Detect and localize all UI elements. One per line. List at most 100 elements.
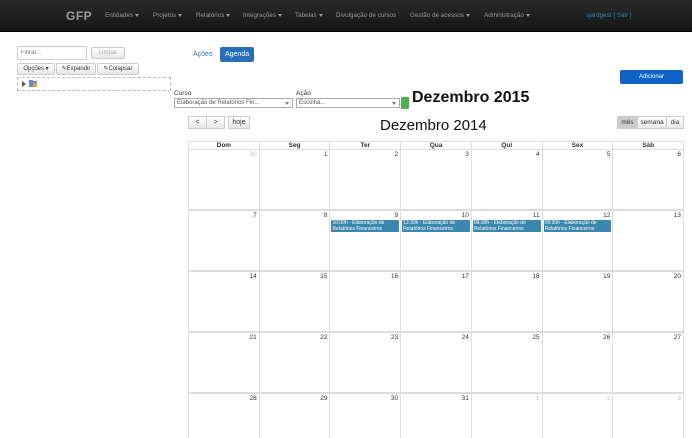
day-number: 14 [249,273,257,280]
course-select[interactable]: Elaboração de Relatórios Fin... [174,98,293,108]
view-week-button[interactable]: semana [637,116,667,129]
calendar-day-cell[interactable]: 6 [613,150,683,209]
day-number: 7 [253,212,257,219]
calendar-day-cell[interactable]: 3 [613,394,683,438]
calendar-week-row: 7 8 9 10:00h - Elaboração de Relatórios Fin… [188,210,684,271]
prev-month-button[interactable]: < [188,116,207,129]
nav-entidades[interactable]: Entidades [105,12,140,19]
calendar-day-cell[interactable]: 16 [330,272,402,331]
day-number: 30 [249,151,257,158]
nav-divulgacao-cursos[interactable]: Divulgação de cursos [336,12,396,19]
calendar-day-cell[interactable]: 23 [330,333,402,392]
day-number: 28 [249,395,257,402]
caret-down-icon [525,13,530,17]
caret-down-icon [318,13,323,17]
calendar-day-cell[interactable]: 15 [260,272,331,331]
add-button[interactable]: Adicionar [620,70,683,84]
action-select[interactable]: Escolha... [296,98,400,108]
calendar-day-cell[interactable]: 1 [260,150,331,209]
calendar-day-cell[interactable]: 28 [189,394,260,438]
calendar-day-cell[interactable]: 26 [543,333,614,392]
logout-link[interactable]: [ Sair ] [613,12,631,19]
calendar-day-cell[interactable]: 1 [472,394,543,438]
calendar-day-cell[interactable]: 19 [543,272,614,331]
view-month-button[interactable]: mês [617,116,638,129]
status-tag [401,97,409,109]
day-number: 1 [535,395,540,402]
caret-down-icon [135,13,140,17]
annotation-title: Dezembro 2015 [412,89,530,106]
calendar-day-cell[interactable]: 22 [260,333,331,392]
calendar-day-cell[interactable]: 10 13:30h - Elaboração de Relatórios Fina… [401,211,472,270]
calendar-day-cell[interactable]: 11 09:30h - Elaboração de Relatórios Fina… [472,211,543,270]
calendar-day-cell[interactable]: 8 [260,211,331,270]
day-number: 27 [673,334,682,341]
action-label: Ação [296,90,311,97]
day-number: 18 [532,273,540,280]
calendar-event[interactable]: 13:30h - Elaboração de Relatórios Financ… [402,220,470,232]
calendar-day-cell[interactable]: 20 [613,272,683,331]
nav-tabelas[interactable]: Tabelas [295,12,323,19]
calendar-day-cell[interactable]: 5 [543,150,614,209]
caret-down-icon [392,102,396,105]
caret-down-icon [226,13,231,17]
calendar-day-cell[interactable]: 24 [401,333,472,392]
day-number: 4 [535,151,540,158]
nav-gestao-acessos[interactable]: Gestão de acessos [410,12,470,19]
tab-agenda[interactable]: Agenda [220,47,255,62]
day-number: 30 [390,395,399,402]
day-number: 10 [461,212,469,219]
options-button[interactable]: Opções ▾ [17,63,55,75]
calendar-day-cell[interactable]: 3 [401,150,472,209]
folder-icon [29,80,37,87]
nav-relatorios[interactable]: Relatórios [196,12,231,19]
calendar-event[interactable]: 09:30h - Elaboração de Relatórios Financ… [543,220,612,232]
calendar-week-row: 30 1 2 3 4 5 6 [188,149,684,210]
course-label: Curso [174,90,192,97]
calendar-day-cell[interactable]: 13 [613,211,683,270]
next-month-button[interactable]: > [206,116,225,129]
calendar-week-row: 28 29 30 31 1 2 3 [188,393,684,438]
day-number: 26 [603,334,611,341]
clear-button[interactable]: Limpar [91,47,125,59]
weekday-label: Seg [260,142,331,149]
tab-acoes[interactable]: Ações [188,47,217,62]
brand-logo[interactable]: GFP [66,9,92,23]
expand-button[interactable]: ✎Expandir [56,63,96,75]
calendar-title: Dezembro 2014 [380,117,487,134]
weekday-label: Qui [472,142,543,149]
calendar-day-cell[interactable]: 29 [260,394,331,438]
calendar-day-cell[interactable]: 27 [613,333,683,392]
calendar-day-cell[interactable]: 21 [189,333,260,392]
day-number: 24 [461,334,469,341]
calendar-day-cell[interactable]: 18 [472,272,543,331]
collapse-button[interactable]: ✎Colapsar [97,63,139,75]
nav-projetos[interactable]: Projetos [153,12,183,19]
day-number: 12 [603,212,611,219]
calendar-event[interactable]: 10:00h - Elaboração de Relatórios Financ… [331,220,400,232]
calendar-day-cell[interactable]: 30 [330,394,402,438]
nav-administracao[interactable]: Administração [484,12,530,19]
calendar-day-cell[interactable]: 12 09:30h - Elaboração de Relatórios Fina… [543,211,614,270]
calendar-day-cell[interactable]: 30 [189,150,260,209]
calendar-day-cell[interactable]: 14 [189,272,260,331]
today-button[interactable]: hoje [228,116,250,129]
view-day-button[interactable]: dia [666,116,684,129]
calendar-day-cell[interactable]: 25 [472,333,543,392]
weekday-label: Dom [189,142,260,149]
calendar-day-cell[interactable]: 2 [543,394,614,438]
nav-integracoes[interactable]: Integrações [243,12,282,19]
calendar-day-cell[interactable]: 9 10:00h - Elaboração de Relatórios Finan… [330,211,402,270]
calendar-day-cell[interactable]: 17 [401,272,472,331]
calendar-day-cell[interactable]: 7 [189,211,260,270]
calendar-day-cell[interactable]: 31 [401,394,472,438]
user-menu[interactable]: sjardgest [ Sair ] [586,12,632,19]
day-number: 6 [677,151,682,158]
day-number: 3 [677,395,682,402]
calendar-event[interactable]: 09:30h - Elaboração de Relatórios Financ… [472,220,541,232]
filter-input[interactable] [17,46,87,60]
day-number: 21 [249,334,257,341]
calendar-day-cell[interactable]: 4 [472,150,543,209]
calendar-day-cell[interactable]: 2 [330,150,402,209]
expand-arrow-icon[interactable] [22,81,26,87]
